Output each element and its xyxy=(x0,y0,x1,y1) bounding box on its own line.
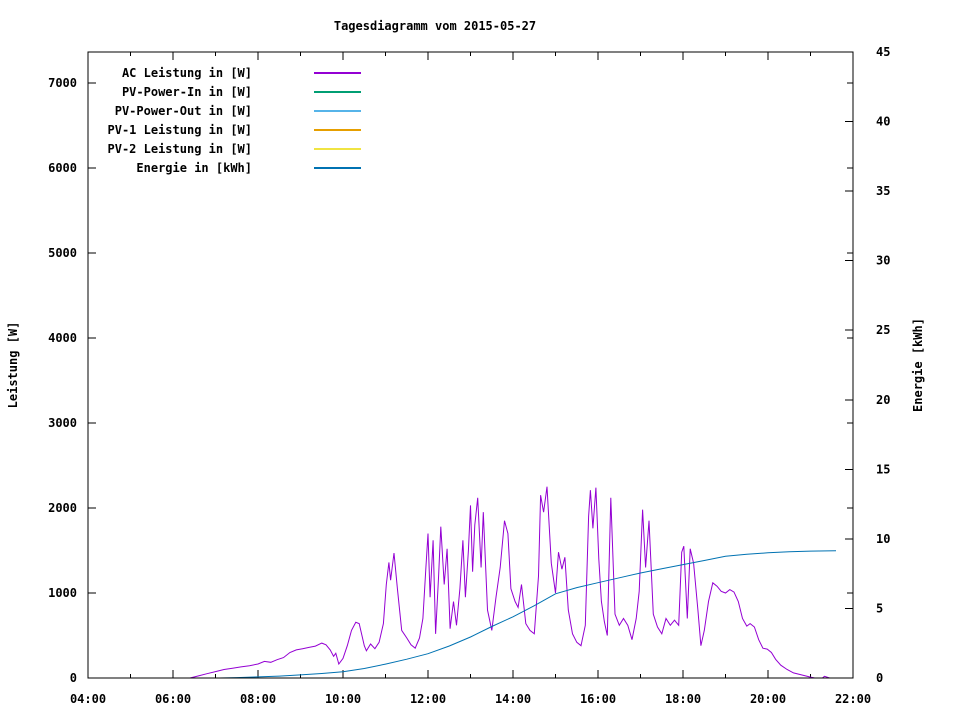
y-tick-label: 7000 xyxy=(48,76,77,90)
series-line-ac-leistung-in-w xyxy=(180,486,830,679)
x-tick-label: 14:00 xyxy=(495,692,531,706)
x-tick-label: 08:00 xyxy=(240,692,276,706)
y2-axis-label: Energie [kWh] xyxy=(911,318,925,412)
chart-canvas: Tagesdiagramm vom 2015-05-27 Leistung [W… xyxy=(0,0,960,720)
y2-tick-label: 20 xyxy=(876,393,890,407)
y2-tick-label: 30 xyxy=(876,254,890,268)
y2-tick-label: 45 xyxy=(876,45,890,59)
x-tick-label: 22:00 xyxy=(835,692,871,706)
y-tick-label: 4000 xyxy=(48,331,77,345)
series-lines xyxy=(180,486,837,679)
y2-tick-label: 25 xyxy=(876,323,890,337)
legend-label: PV-2 Leistung in [W] xyxy=(108,142,253,156)
y-tick-label: 2000 xyxy=(48,501,77,515)
y-tick-label: 3000 xyxy=(48,416,77,430)
x-tick-label: 04:00 xyxy=(70,692,106,706)
y-tick-label: 6000 xyxy=(48,161,77,175)
y2-tick-label: 15 xyxy=(876,462,890,476)
tagesdiagramm-chart: Tagesdiagramm vom 2015-05-27 Leistung [W… xyxy=(6,19,925,706)
y2-tick-label: 10 xyxy=(876,532,890,546)
legend: AC Leistung in [W] PV-Power-In in [W] PV-P… xyxy=(108,66,361,175)
legend-label: PV-Power-Out in [W] xyxy=(115,104,252,118)
x-tick-label: 20:00 xyxy=(750,692,786,706)
y2-tick-label: 0 xyxy=(876,671,883,685)
y2-tick-label: 5 xyxy=(876,601,883,615)
x-tick-label: 18:00 xyxy=(665,692,701,706)
series-line-energie-in-kwh xyxy=(219,550,837,679)
chart-title: Tagesdiagramm vom 2015-05-27 xyxy=(334,19,536,33)
x-tick-label: 06:00 xyxy=(155,692,191,706)
legend-label: AC Leistung in [W] xyxy=(122,66,252,80)
legend-label: PV-Power-In in [W] xyxy=(122,85,252,99)
x-tick-label: 16:00 xyxy=(580,692,616,706)
legend-label: PV-1 Leistung in [W] xyxy=(108,123,253,137)
y-axis-label: Leistung [W] xyxy=(6,322,20,409)
y-tick-label: 1000 xyxy=(48,586,77,600)
y2-tick-label: 35 xyxy=(876,184,890,198)
x-tick-label: 10:00 xyxy=(325,692,361,706)
x-tick-label: 12:00 xyxy=(410,692,446,706)
y-tick-label: 5000 xyxy=(48,246,77,260)
legend-label: Energie in [kWh] xyxy=(136,161,252,175)
y-tick-label: 0 xyxy=(70,671,77,685)
y2-tick-label: 40 xyxy=(876,115,890,129)
